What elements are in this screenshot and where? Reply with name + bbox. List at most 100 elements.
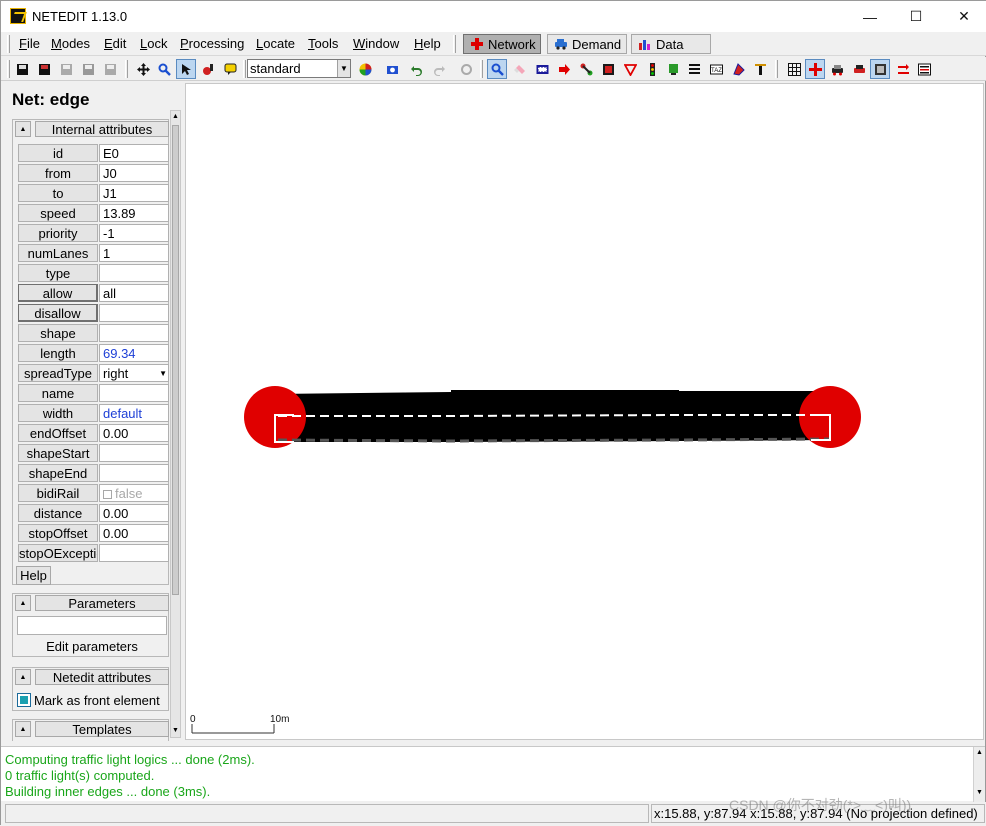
parameters-header[interactable]: Parameters — [35, 595, 169, 611]
network-supermode-button[interactable]: Network — [463, 34, 541, 54]
wire-mode-button[interactable] — [750, 59, 770, 79]
toggle-attributes-button[interactable] — [914, 59, 934, 79]
attr-value-stopoexceptio[interactable] — [99, 544, 169, 562]
templates-header[interactable]: Templates — [35, 721, 169, 737]
scroll-down-icon[interactable]: ▼ — [171, 725, 180, 737]
menu-file[interactable]: File — [19, 36, 40, 51]
connection-mode-button[interactable] — [598, 59, 618, 79]
network-canvas[interactable]: 0 10m — [185, 83, 984, 740]
toggle-junction-shape-button[interactable] — [805, 59, 825, 79]
scroll-down-icon[interactable]: ▼ — [976, 789, 983, 796]
edit-parameters-button[interactable]: Edit parameters — [17, 638, 167, 657]
additional-mode-button[interactable] — [663, 59, 683, 79]
attr-value-from[interactable]: J0 — [99, 164, 169, 182]
edit-coloring-button[interactable] — [355, 59, 375, 79]
close-button[interactable]: ✕ — [941, 1, 986, 32]
attr-value-endoffset[interactable]: 0.00 — [99, 424, 169, 442]
taz-mode-button[interactable]: TAZ — [706, 59, 726, 79]
zoom-button[interactable] — [154, 59, 174, 79]
traffic-light-mode-button[interactable] — [642, 59, 662, 79]
save-all-button[interactable] — [34, 59, 54, 79]
grid-toggle-button[interactable] — [456, 59, 476, 79]
toggle-vehicles-button[interactable] — [827, 59, 847, 79]
menu-modes[interactable]: Modes — [51, 36, 90, 51]
toggle-grid-button[interactable] — [784, 59, 804, 79]
parameters-input[interactable] — [17, 616, 167, 635]
screenshot-button[interactable] — [382, 59, 402, 79]
toggle-chain-button[interactable] — [893, 59, 913, 79]
save-data-button[interactable] — [100, 59, 120, 79]
menu-edit[interactable]: Edit — [104, 36, 126, 51]
attr-value-to[interactable]: J1 — [99, 184, 169, 202]
attr-value-allow[interactable]: all — [99, 284, 169, 302]
attr-value-shapeend[interactable] — [99, 464, 169, 482]
checkbox-icon[interactable] — [103, 490, 112, 500]
undo-button[interactable] — [406, 59, 426, 79]
attr-value-type[interactable] — [99, 264, 169, 282]
minimize-button[interactable]: — — [847, 1, 893, 32]
visualization-scheme-select[interactable]: standard ▼ — [247, 59, 351, 78]
create-edge-mode-button[interactable] — [554, 59, 574, 79]
attr-value-stopoffset[interactable]: 0.00 — [99, 524, 169, 542]
save-network-button[interactable] — [12, 59, 32, 79]
attr-value-bidirail[interactable]: false — [99, 484, 169, 502]
attr-value-length[interactable]: 69.34 — [99, 344, 169, 362]
collapse-icon[interactable]: ▲ — [15, 721, 31, 737]
shape-mode-button[interactable] — [728, 59, 748, 79]
attr-value-spreadtype[interactable]: right ▼ — [99, 364, 169, 382]
attr-value-width[interactable]: default — [99, 404, 169, 422]
move-node-mode-button[interactable] — [576, 59, 596, 79]
mark-front-element-button[interactable]: Mark as front element — [17, 690, 169, 710]
menu-lock[interactable]: Lock — [140, 36, 167, 51]
delete-mode-button[interactable] — [510, 59, 530, 79]
attr-row-endoffset: endOffset 0.00 — [18, 423, 171, 443]
tooltip-button[interactable] — [220, 59, 240, 79]
attr-value-shapestart[interactable] — [99, 444, 169, 462]
network-view[interactable]: 0 10m — [186, 84, 983, 739]
menu-tools[interactable]: Tools — [308, 36, 338, 51]
save-demand-button[interactable] — [78, 59, 98, 79]
move-mode-button[interactable] — [133, 59, 153, 79]
scrollbar-thumb[interactable] — [172, 125, 179, 595]
attr-value-text: false — [115, 486, 143, 501]
prohibition-mode-button[interactable] — [620, 59, 640, 79]
help-button[interactable]: Help — [16, 566, 51, 585]
collapse-icon[interactable]: ▲ — [15, 121, 31, 137]
maximize-button[interactable]: ☐ — [893, 1, 939, 32]
color-scheme-button[interactable] — [198, 59, 218, 79]
log-scrollbar[interactable]: ▲ ▼ — [973, 747, 985, 802]
scroll-up-icon[interactable]: ▲ — [171, 111, 180, 123]
attr-value-numlanes[interactable]: 1 — [99, 244, 169, 262]
internal-attributes-header[interactable]: Internal attributes — [35, 121, 169, 137]
attr-value-shape[interactable] — [99, 324, 169, 342]
redo-button[interactable] — [429, 59, 449, 79]
select-mode-button[interactable] — [532, 59, 552, 79]
attr-value-priority[interactable]: -1 — [99, 224, 169, 242]
attr-value-speed[interactable]: 13.89 — [99, 204, 169, 222]
scroll-up-icon[interactable]: ▲ — [976, 749, 983, 756]
attr-value-name[interactable] — [99, 384, 169, 402]
data-supermode-button[interactable]: Data — [631, 34, 711, 54]
attr-label-allow[interactable]: allow — [18, 284, 98, 302]
chevron-down-icon[interactable]: ▼ — [159, 365, 167, 381]
message-log[interactable]: Computing traffic light logics ... done … — [1, 746, 985, 802]
collapse-icon[interactable]: ▲ — [15, 669, 31, 685]
menu-help[interactable]: Help — [414, 36, 441, 51]
demand-supermode-button[interactable]: Demand — [547, 34, 627, 54]
toggle-bubbles-button[interactable] — [849, 59, 869, 79]
attr-value-id[interactable]: E0 — [99, 144, 169, 162]
inspect-locate-button[interactable] — [176, 59, 196, 79]
attr-label-disallow[interactable]: disallow — [18, 304, 98, 322]
netedit-attributes-header[interactable]: Netedit attributes — [35, 669, 169, 685]
collapse-icon[interactable]: ▲ — [15, 595, 31, 611]
crossing-mode-button[interactable] — [684, 59, 704, 79]
attr-value-disallow[interactable] — [99, 304, 169, 322]
save-additionals-button[interactable] — [56, 59, 76, 79]
panel-scrollbar[interactable]: ▲ ▼ — [170, 110, 181, 738]
attr-value-distance[interactable]: 0.00 — [99, 504, 169, 522]
menu-locate[interactable]: Locate — [256, 36, 295, 51]
menu-window[interactable]: Window — [353, 36, 399, 51]
toggle-lane-view-button[interactable] — [870, 59, 890, 79]
inspect-mode-button[interactable] — [487, 59, 507, 79]
menu-processing[interactable]: Processing — [180, 36, 244, 51]
